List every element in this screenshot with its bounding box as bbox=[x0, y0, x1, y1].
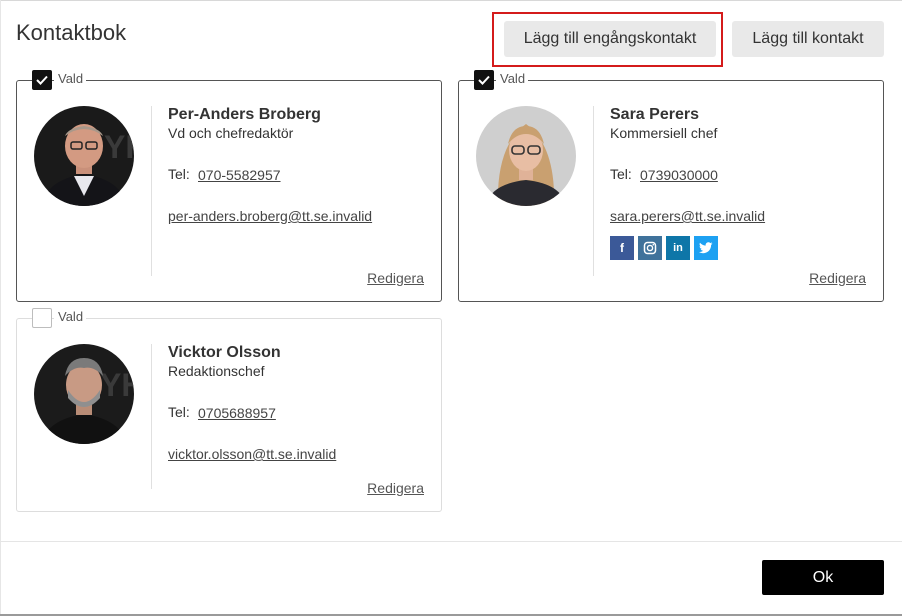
contact-name: Per-Anders Broberg bbox=[168, 106, 321, 123]
tel-label: Tel: bbox=[610, 166, 632, 182]
footer-divider bbox=[0, 541, 902, 542]
edit-link[interactable]: Redigera bbox=[367, 480, 424, 496]
check-icon bbox=[478, 75, 490, 85]
select-checkbox[interactable] bbox=[474, 70, 494, 90]
select-checkbox[interactable] bbox=[32, 308, 52, 328]
select-label: Vald bbox=[496, 71, 529, 86]
edit-link[interactable]: Redigera bbox=[809, 270, 866, 286]
divider bbox=[151, 344, 152, 489]
email-link[interactable]: sara.perers@tt.se.invalid bbox=[610, 208, 765, 224]
divider bbox=[593, 106, 594, 276]
contact-role: Kommersiell chef bbox=[610, 125, 718, 141]
page-title: Kontaktbok bbox=[16, 20, 127, 45]
ok-button[interactable]: Ok bbox=[762, 560, 884, 595]
edit-link[interactable]: Redigera bbox=[367, 270, 424, 286]
avatar: YH bbox=[34, 106, 134, 206]
avatar: YH bbox=[34, 344, 134, 444]
phone-link[interactable]: 0739030000 bbox=[640, 167, 718, 183]
add-contact-button[interactable]: Lägg till kontakt bbox=[732, 21, 884, 57]
contact-card: Sara Perers Kommersiell chef Tel: 073903… bbox=[458, 80, 884, 302]
avatar bbox=[476, 106, 576, 206]
check-icon bbox=[36, 75, 48, 85]
twitter-icon[interactable] bbox=[694, 236, 718, 260]
select-checkbox[interactable] bbox=[32, 70, 52, 90]
select-label: Vald bbox=[54, 309, 87, 324]
email-link[interactable]: per-anders.broberg@tt.se.invalid bbox=[168, 208, 372, 224]
select-label: Vald bbox=[54, 71, 87, 86]
tel-label: Tel: bbox=[168, 166, 190, 182]
phone-link[interactable]: 070-5582957 bbox=[198, 167, 281, 183]
contact-name: Sara Perers bbox=[610, 106, 699, 123]
svg-text:YH: YH bbox=[100, 367, 134, 403]
contact-role: Vd och chefredaktör bbox=[168, 125, 294, 141]
contact-card: YH Per-Anders Broberg Vd och chefredaktö… bbox=[16, 80, 442, 302]
svg-text:YH: YH bbox=[104, 129, 134, 165]
contact-name: Vicktor Olsson bbox=[168, 344, 281, 361]
instagram-icon[interactable] bbox=[638, 236, 662, 260]
email-link[interactable]: vicktor.olsson@tt.se.invalid bbox=[168, 446, 336, 462]
phone-link[interactable]: 0705688957 bbox=[198, 405, 276, 421]
facebook-icon[interactable]: f bbox=[610, 236, 634, 260]
contact-card: YH Vicktor Olsson Redaktionschef Tel: 07… bbox=[16, 318, 442, 512]
highlight-box bbox=[492, 12, 723, 67]
linkedin-icon[interactable]: in bbox=[666, 236, 690, 260]
divider bbox=[151, 106, 152, 276]
tel-label: Tel: bbox=[168, 404, 190, 420]
contact-role: Redaktionschef bbox=[168, 363, 265, 379]
